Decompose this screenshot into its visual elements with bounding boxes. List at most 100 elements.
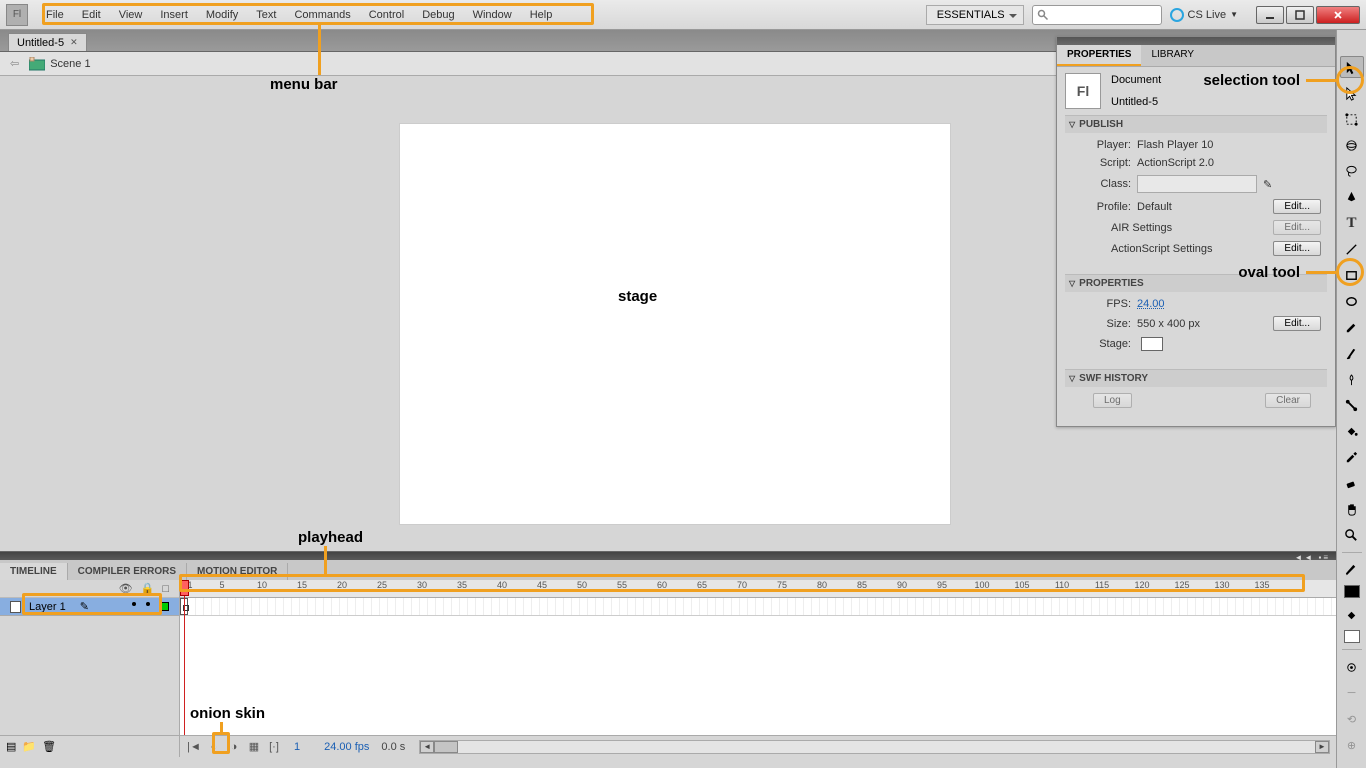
lock-header-icon[interactable]: 🔒 <box>141 582 155 595</box>
tab-timeline[interactable]: TIMELINE <box>0 563 68 580</box>
menu-debug[interactable]: Debug <box>414 5 462 25</box>
profile-edit-button[interactable]: Edit... <box>1273 199 1321 214</box>
ruler-tick: 45 <box>532 580 552 598</box>
tab-motion-editor[interactable]: MOTION EDITOR <box>187 563 288 580</box>
layer-name[interactable]: Layer 1 <box>29 601 66 613</box>
stage-color-swatch[interactable] <box>1141 337 1163 351</box>
menu-text[interactable]: Text <box>248 5 284 25</box>
minimize-button[interactable] <box>1256 6 1284 24</box>
tab-compiler-errors[interactable]: COMPILER ERRORS <box>68 563 187 580</box>
menu-commands[interactable]: Commands <box>286 5 358 25</box>
deco-icon <box>1344 372 1359 387</box>
annotation-onion-label: onion skin <box>190 705 265 722</box>
annotation-stage-label: stage <box>618 288 657 305</box>
free-transform-icon <box>1344 112 1359 127</box>
paint-bucket-tool[interactable] <box>1340 420 1364 442</box>
subselection-tool-icon <box>1344 86 1359 101</box>
menu-view[interactable]: View <box>111 5 151 25</box>
outline-header-icon[interactable]: □ <box>162 583 169 595</box>
publish-section-header[interactable]: PUBLISH <box>1065 116 1327 133</box>
menu-insert[interactable]: Insert <box>152 5 196 25</box>
tab-library[interactable]: LIBRARY <box>1141 45 1204 66</box>
stroke-color-icon[interactable] <box>1340 559 1364 581</box>
back-button[interactable]: ⇦ <box>10 57 19 70</box>
3d-rotation-icon <box>1344 138 1359 153</box>
layer-row[interactable]: Layer 1 ✎ <box>0 598 179 616</box>
menu-window[interactable]: Window <box>465 5 520 25</box>
document-type-icon: Fl <box>1065 73 1101 109</box>
text-tool[interactable]: T <box>1340 212 1364 234</box>
layer-outline-swatch[interactable] <box>160 602 169 611</box>
fill-color-icon[interactable] <box>1340 604 1364 626</box>
menu-modify[interactable]: Modify <box>198 5 246 25</box>
tab-close-icon[interactable]: ✕ <box>70 37 78 48</box>
goto-first-button[interactable]: |◄ <box>186 739 202 755</box>
menu-help[interactable]: Help <box>522 5 561 25</box>
stroke-color-swatch[interactable] <box>1344 585 1360 598</box>
as-edit-button[interactable]: Edit... <box>1273 241 1321 256</box>
3d-rotation-tool[interactable] <box>1340 134 1364 156</box>
edit-multiple-frames-button[interactable]: ▦ <box>246 739 262 755</box>
workspace-selector[interactable]: ESSENTIALS <box>926 5 1024 25</box>
free-transform-tool[interactable] <box>1340 108 1364 130</box>
new-layer-button[interactable]: ▤ <box>6 740 16 753</box>
oval-tool[interactable] <box>1340 290 1364 312</box>
pencil-icon <box>1344 320 1359 335</box>
snap-option[interactable] <box>1340 656 1364 678</box>
hand-tool[interactable] <box>1340 498 1364 520</box>
bone-tool[interactable] <box>1340 394 1364 416</box>
brush-tool[interactable] <box>1340 342 1364 364</box>
cs-live-button[interactable]: CS Live ▼ <box>1170 8 1238 22</box>
lasso-tool[interactable] <box>1340 160 1364 182</box>
menu-control[interactable]: Control <box>361 5 412 25</box>
annotation-selection-label: selection tool <box>1203 72 1300 89</box>
hand-icon <box>1344 502 1359 517</box>
document-tab[interactable]: Untitled-5 ✕ <box>8 33 87 51</box>
selection-tool[interactable] <box>1340 56 1364 78</box>
deco-tool[interactable] <box>1340 368 1364 390</box>
ruler-tick: 75 <box>772 580 792 598</box>
eraser-tool[interactable] <box>1340 472 1364 494</box>
tools-panel: T ─ ⟲ ⊕ <box>1336 30 1366 768</box>
maximize-button[interactable] <box>1286 6 1314 24</box>
onion-skin-button[interactable]: ◐ <box>206 739 222 755</box>
frame-ruler[interactable]: 1510152025303540455055606570758085909510… <box>180 580 1336 598</box>
onion-skin-outlines-button[interactable]: ◑ <box>226 739 242 755</box>
cs-live-icon <box>1170 8 1184 22</box>
layer-pencil-icon: ✎ <box>80 600 89 613</box>
fps-value[interactable]: 24.00 <box>1137 298 1165 310</box>
pencil-tool[interactable] <box>1340 316 1364 338</box>
subselection-tool[interactable] <box>1340 82 1364 104</box>
size-edit-button[interactable]: Edit... <box>1273 316 1321 331</box>
modify-markers-button[interactable]: [·] <box>266 739 282 755</box>
eyedropper-tool[interactable] <box>1340 446 1364 468</box>
menu-file[interactable]: File <box>38 5 72 25</box>
swf-history-section-header[interactable]: SWF HISTORY <box>1065 370 1327 387</box>
class-field[interactable] <box>1137 175 1257 193</box>
annotation-playhead-label: playhead <box>298 529 363 546</box>
menu-edit[interactable]: Edit <box>74 5 109 25</box>
selection-tool-icon <box>1344 60 1359 75</box>
rectangle-tool[interactable] <box>1340 264 1364 286</box>
frames-area[interactable]: 1510152025303540455055606570758085909510… <box>180 580 1336 735</box>
edit-class-icon[interactable]: ✎ <box>1263 178 1272 191</box>
visibility-header-icon[interactable]: 👁 <box>119 582 133 595</box>
tab-properties[interactable]: PROPERTIES <box>1057 45 1141 66</box>
playhead[interactable] <box>180 580 189 596</box>
rectangle-icon <box>1344 268 1359 283</box>
stage-canvas[interactable] <box>400 124 950 524</box>
pen-tool[interactable] <box>1340 186 1364 208</box>
line-tool[interactable] <box>1340 238 1364 260</box>
ruler-tick: 55 <box>612 580 632 598</box>
new-folder-button[interactable]: 📁 <box>22 740 36 753</box>
app-icon: Fl <box>6 4 28 26</box>
frame-row[interactable] <box>180 598 1336 616</box>
search-input[interactable] <box>1032 5 1162 25</box>
ruler-tick: 120 <box>1132 580 1152 598</box>
timeline-scrollbar[interactable]: ◄► <box>419 740 1330 754</box>
ruler-tick: 95 <box>932 580 952 598</box>
zoom-tool[interactable] <box>1340 524 1364 546</box>
close-button[interactable] <box>1316 6 1360 24</box>
fill-color-swatch[interactable] <box>1344 630 1360 643</box>
delete-layer-button[interactable]: 🗑 <box>42 740 56 753</box>
